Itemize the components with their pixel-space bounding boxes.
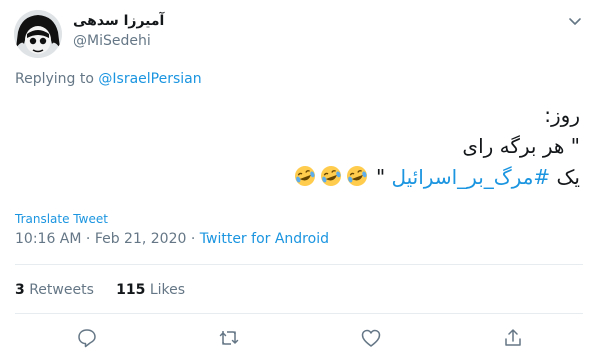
heart-icon[interactable] [360, 327, 382, 349]
retweets-count: 3 [15, 282, 25, 298]
divider [15, 313, 583, 314]
tweet-time[interactable]: 10:16 AM [15, 231, 81, 247]
avatar[interactable] [14, 10, 62, 58]
laughing-emoji-icon [320, 166, 341, 186]
tweet-text: روز: " هر برگه رای یک #مرگ_بر_اسرائیل " [20, 100, 580, 193]
display-name[interactable]: آمیرزا سدهی [73, 13, 164, 29]
tweet-meta: 10:16 AM · Feb 21, 2020 · Twitter for An… [15, 231, 329, 247]
tweet-line-2: " هر برگه رای [462, 134, 580, 158]
user-handle[interactable]: @MiSedehi [73, 33, 151, 49]
meta-separator: · [85, 231, 91, 247]
replying-to-link[interactable]: @IsraelPersian [98, 71, 201, 87]
action-bar [0, 323, 598, 353]
tweet-line-3: یک #مرگ_بر_اسرائیل " [20, 162, 580, 193]
tweet-line-3-prefix: یک [556, 165, 580, 189]
tweet-line-3-suffix: " [375, 165, 386, 189]
translate-tweet-link[interactable]: Translate Tweet [15, 212, 108, 226]
replying-to: Replying to @IsraelPersian [15, 71, 202, 87]
share-icon[interactable] [502, 327, 524, 349]
replying-to-label: Replying to [15, 71, 94, 87]
retweets-stat[interactable]: 3 Retweets [15, 282, 94, 298]
chevron-down-icon[interactable] [566, 12, 584, 30]
retweet-icon[interactable] [218, 327, 240, 349]
likes-label: Likes [149, 282, 186, 298]
tweet-stats: 3 Retweets 115 Likes [15, 282, 185, 298]
avatar-image [14, 10, 62, 58]
reply-icon[interactable] [76, 327, 98, 349]
laughing-emoji-icon [294, 166, 315, 186]
tweet-line-1: روز: [544, 103, 580, 127]
likes-stat[interactable]: 115 Likes [116, 282, 185, 298]
divider [15, 264, 583, 265]
meta-separator: · [190, 231, 196, 247]
emoji-group [292, 165, 370, 189]
retweets-label: Retweets [29, 282, 94, 298]
tweet-source[interactable]: Twitter for Android [200, 231, 329, 247]
laughing-emoji-icon [346, 166, 367, 186]
tweet-date[interactable]: Feb 21, 2020 [95, 231, 187, 247]
hashtag-link[interactable]: #مرگ_بر_اسرائیل [392, 165, 551, 189]
likes-count: 115 [116, 282, 146, 298]
